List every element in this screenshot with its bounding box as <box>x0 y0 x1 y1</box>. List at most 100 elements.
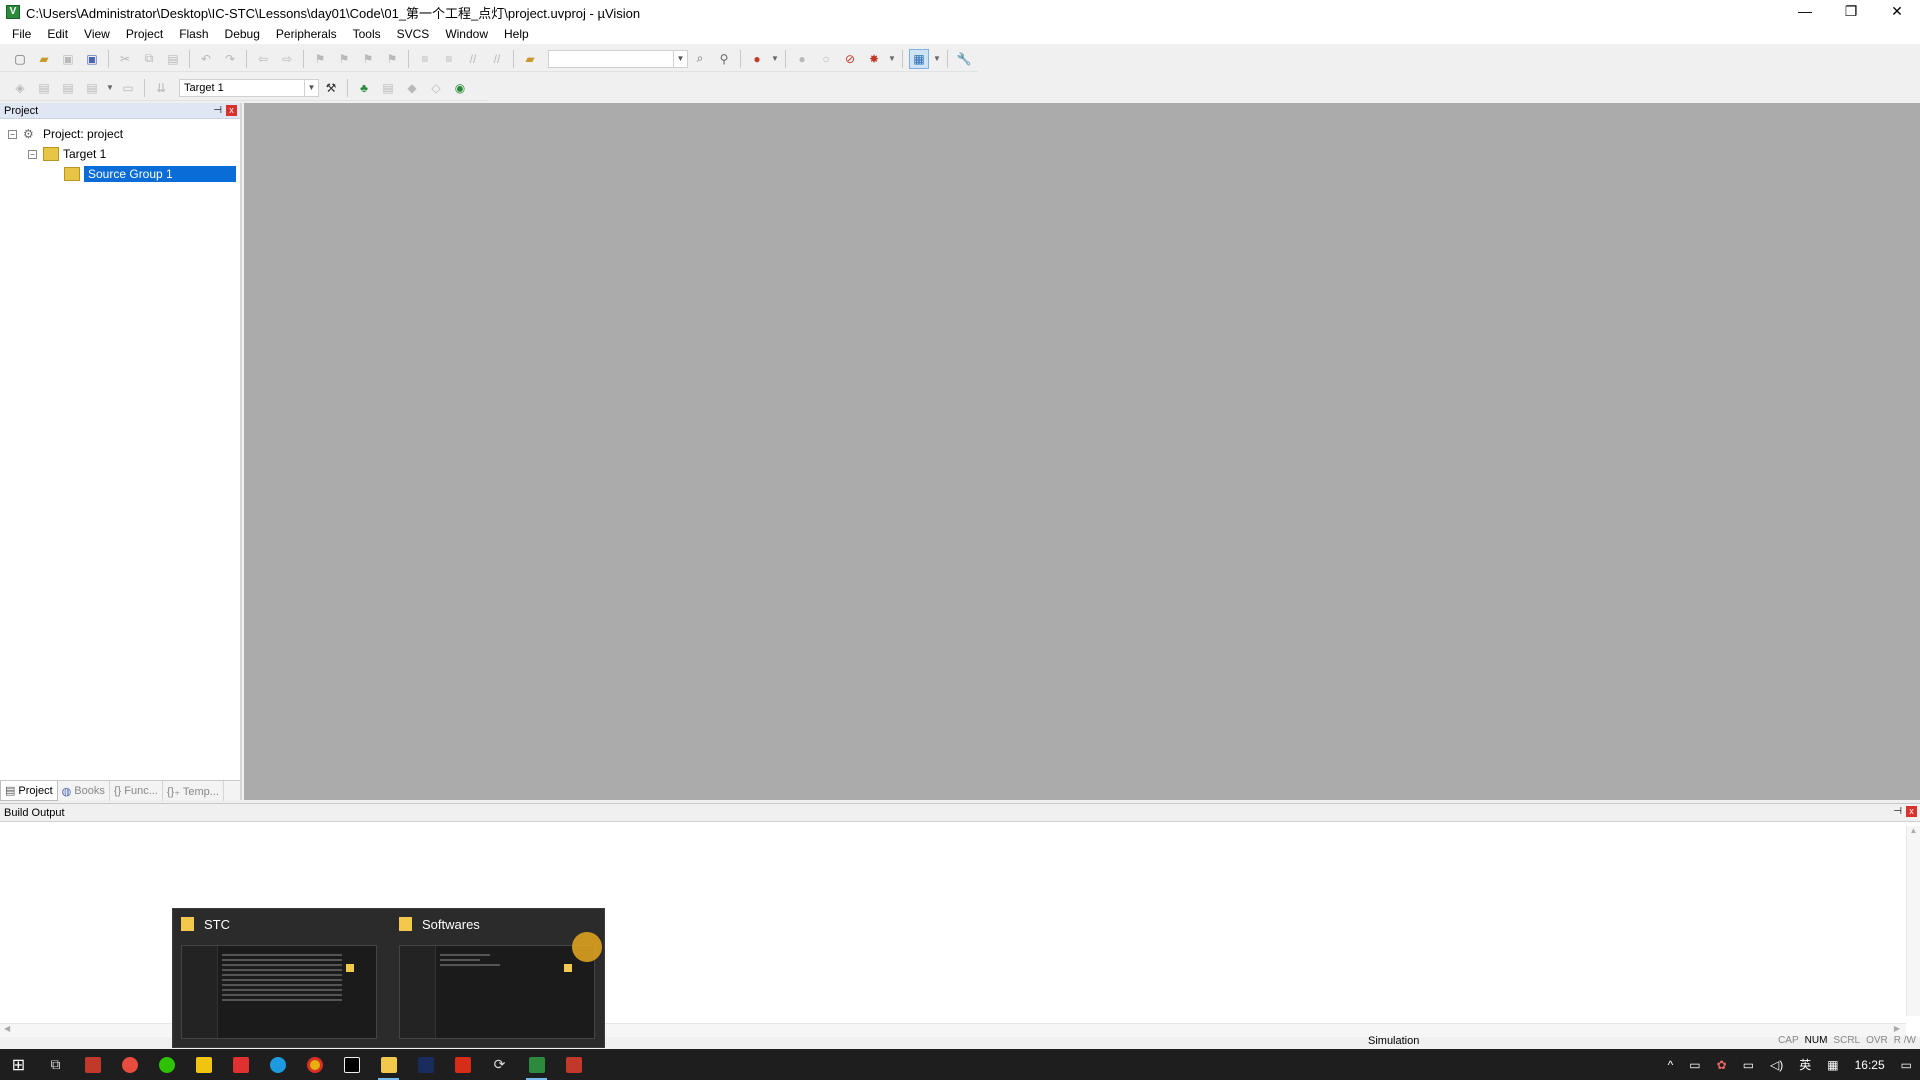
menu-svcs[interactable]: SVCS <box>389 24 438 44</box>
menu-view[interactable]: View <box>76 24 118 44</box>
breakpoint-disable-all-icon[interactable]: ⊘ <box>840 49 860 69</box>
chevron-down-icon[interactable]: ▼ <box>771 49 779 69</box>
collapse-icon[interactable]: − <box>8 129 17 139</box>
taskbar-explorer[interactable] <box>370 1049 407 1080</box>
rebuild-icon[interactable]: ▤ <box>58 78 78 98</box>
ime-indicator[interactable]: 英 <box>1791 1056 1819 1073</box>
navigate-forward-icon[interactable]: ⇨ <box>277 49 297 69</box>
cut-icon[interactable]: ✂ <box>115 49 135 69</box>
paste-icon[interactable]: ▤ <box>163 49 183 69</box>
find-in-files-icon[interactable]: ▰ <box>520 49 540 69</box>
tab-books[interactable]: ◍ Books <box>58 781 110 801</box>
scroll-right-icon[interactable]: ▶ <box>1894 1024 1900 1033</box>
taskbar-wps[interactable] <box>444 1049 481 1080</box>
vertical-scrollbar[interactable]: ▲ <box>1906 826 1920 1016</box>
tree-row-project[interactable]: − ⚙ Project: project <box>8 125 123 143</box>
menu-peripherals[interactable]: Peripherals <box>268 24 345 44</box>
tab-functions[interactable]: {} Func... <box>110 781 163 801</box>
start-button[interactable]: ⊞ <box>0 1049 37 1080</box>
notification-icon[interactable]: ▭ <box>1893 1058 1920 1072</box>
translate-icon[interactable]: ◈ <box>10 78 30 98</box>
network-icon[interactable]: ▭ <box>1735 1058 1762 1072</box>
stop-build-icon[interactable]: ▭ <box>118 78 138 98</box>
taskbar-app-5[interactable] <box>555 1049 592 1080</box>
minimize-button[interactable]: — <box>1782 0 1828 24</box>
taskbar-app-2[interactable] <box>111 1049 148 1080</box>
bookmark-prev-icon[interactable]: ⚑ <box>334 49 354 69</box>
pin-icon[interactable]: ⊣ <box>213 105 222 116</box>
ime-mode-icon[interactable]: ▦ <box>1819 1058 1846 1072</box>
bookmark-next-icon[interactable]: ⚑ <box>358 49 378 69</box>
copy-icon[interactable]: ⧉ <box>139 49 159 69</box>
window-layout-icon[interactable]: ▦ <box>909 48 929 69</box>
build-icon[interactable]: ▤ <box>34 78 54 98</box>
editor-area[interactable] <box>244 103 1920 800</box>
taskbar-app-1[interactable] <box>74 1049 111 1080</box>
bookmark-clear-icon[interactable]: ⚑ <box>382 49 402 69</box>
unindent-icon[interactable]: ≡ <box>439 49 459 69</box>
incremental-find-icon[interactable]: ⚲ <box>714 49 734 69</box>
indent-icon[interactable]: ≡ <box>415 49 435 69</box>
new-file-icon[interactable]: ▢ <box>10 49 30 69</box>
debug-session-icon[interactable]: ● <box>747 49 767 69</box>
breakpoint-disable-icon[interactable]: ○ <box>816 49 836 69</box>
tab-templates[interactable]: {}₊ Temp... <box>163 781 224 801</box>
menu-flash[interactable]: Flash <box>171 24 216 44</box>
target-options-icon[interactable]: ⚒ <box>321 78 341 98</box>
tree-row-source-group[interactable]: Source Group 1 <box>64 165 236 183</box>
menu-edit[interactable]: Edit <box>39 24 76 44</box>
pin-icon[interactable]: ⊣ <box>1893 806 1902 817</box>
close-icon[interactable]: x <box>1906 806 1917 817</box>
taskbar-chrome[interactable] <box>296 1049 333 1080</box>
thumbnail-stc[interactable]: STC <box>173 909 378 1049</box>
save-all-icon[interactable]: ▣ <box>82 49 102 69</box>
clock[interactable]: 16:25 <box>1847 1058 1893 1072</box>
menu-project[interactable]: Project <box>118 24 171 44</box>
taskbar-uvision[interactable] <box>518 1049 555 1080</box>
taskbar-app-4[interactable] <box>407 1049 444 1080</box>
collapse-icon[interactable]: − <box>28 149 37 159</box>
scroll-left-icon[interactable]: ◀ <box>4 1024 10 1033</box>
chevron-down-icon[interactable]: ▼ <box>933 49 941 69</box>
chevron-down-icon[interactable]: ▼ <box>304 79 318 96</box>
comment-icon[interactable]: // <box>463 49 483 69</box>
find-combo[interactable]: ▼ <box>548 49 688 68</box>
taskbar-app-3[interactable] <box>222 1049 259 1080</box>
menu-help[interactable]: Help <box>496 24 537 44</box>
breakpoint-icon[interactable]: ● <box>792 49 812 69</box>
battery-icon[interactable]: ▭ <box>1681 1058 1708 1072</box>
menu-file[interactable]: File <box>4 24 39 44</box>
find-icon[interactable]: ⌕ <box>690 49 710 69</box>
taskbar-pycharm[interactable] <box>333 1049 370 1080</box>
taskbar-wechat[interactable] <box>148 1049 185 1080</box>
save-icon[interactable]: ▣ <box>58 49 78 69</box>
menu-debug[interactable]: Debug <box>217 24 268 44</box>
chevron-down-icon[interactable]: ▼ <box>673 50 687 67</box>
taskbar-notes[interactable] <box>185 1049 222 1080</box>
manage-components-icon[interactable]: ◇ <box>426 78 446 98</box>
file-extensions-icon[interactable]: ▤ <box>378 78 398 98</box>
taskbar-edge[interactable] <box>259 1049 296 1080</box>
download-icon[interactable]: ⇊ <box>151 78 171 98</box>
batch-build-icon[interactable]: ▤ <box>82 78 102 98</box>
configure-icon[interactable]: 🔧 <box>954 49 974 69</box>
breakpoint-kill-all-icon[interactable]: ✸ <box>864 49 884 69</box>
run-time-environment-icon[interactable]: ◉ <box>450 78 470 98</box>
restore-button[interactable]: ❐ <box>1828 0 1874 24</box>
task-view-button[interactable]: ⧉ <box>37 1049 74 1080</box>
menu-tools[interactable]: Tools <box>345 24 389 44</box>
uncomment-icon[interactable]: // <box>487 49 507 69</box>
scroll-up-icon[interactable]: ▲ <box>1907 826 1920 835</box>
thumbnail-softwares[interactable]: Softwares <box>391 909 596 1049</box>
close-button[interactable]: ✕ <box>1874 0 1920 24</box>
close-icon[interactable]: x <box>226 105 237 116</box>
taskbar-sync[interactable]: ⟳ <box>481 1049 518 1080</box>
open-file-icon[interactable]: ▰ <box>34 49 54 69</box>
chevron-down-icon[interactable]: ▼ <box>888 49 896 69</box>
target-select[interactable]: Target 1 ▼ <box>179 78 319 97</box>
volume-icon[interactable]: ◁) <box>1762 1058 1791 1072</box>
navigate-back-icon[interactable]: ⇦ <box>253 49 273 69</box>
tree-row-target[interactable]: − Target 1 <box>28 145 106 163</box>
tray-chevron-icon[interactable]: ^ <box>1660 1058 1682 1072</box>
select-packs-icon[interactable]: ◆ <box>402 78 422 98</box>
